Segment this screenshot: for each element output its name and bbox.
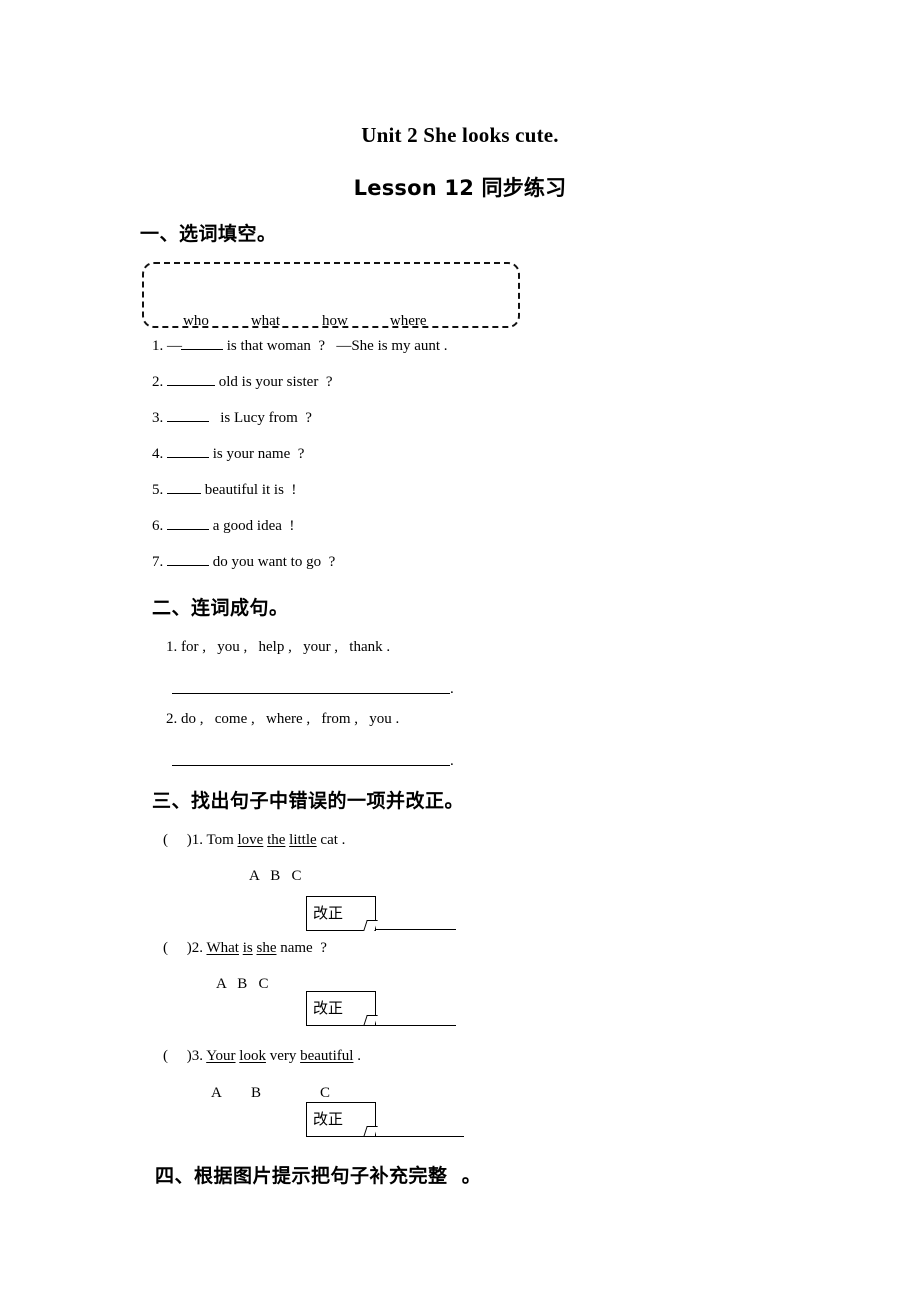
sentence-part: very (265, 1048, 301, 1064)
error-item-3-choices: A B (211, 1085, 262, 1101)
correction-write-line-2[interactable] (348, 1025, 456, 1026)
word-bank-item-2: how (322, 313, 348, 329)
sentence-part-underlined-c: little (289, 832, 317, 848)
reorder-item-1: 1. for , you , help , your , thank . (166, 639, 390, 656)
item-number: 7. (152, 554, 164, 570)
item-number: 3. (191, 1048, 203, 1064)
fill-blank-item-3: 3. is Lucy from ? (152, 410, 312, 427)
section-heading-1: 一、选词填空。 (140, 223, 277, 245)
word-bank-item-1: what (250, 313, 281, 329)
item-text: is Lucy from ? (209, 410, 312, 426)
correction-box-label: 改正 (313, 1110, 344, 1128)
document-title-line-2: Lesson 12 同步练习 (353, 176, 567, 200)
answer-line-2[interactable] (172, 765, 450, 766)
answer-bracket[interactable]: ( ) (163, 940, 192, 956)
correction-box-1[interactable]: 改正 (306, 896, 378, 931)
item-text: beautiful it is ! (201, 482, 297, 498)
item-words: for , you , help , your , thank . (181, 639, 391, 655)
error-item-2: ( )2. What is she name ? (163, 940, 327, 957)
answer-bracket[interactable]: ( ) (163, 1048, 192, 1064)
sentence-part-underlined-c: she (256, 940, 277, 956)
correction-write-line-1[interactable] (376, 929, 456, 930)
answer-line-1-period: . (450, 681, 454, 697)
sentence-part-underlined-b: look (239, 1048, 266, 1064)
item-text: a good idea ! (209, 518, 295, 534)
item-number: 5. (152, 482, 164, 498)
item-number: 2. (152, 374, 164, 390)
blank-input-2[interactable] (167, 385, 215, 386)
blank-input-1[interactable] (181, 349, 223, 350)
error-item-1: ( )1. Tom love the little cat . (163, 832, 345, 849)
sentence-part: Tom (203, 832, 238, 848)
blank-input-4[interactable] (167, 457, 209, 458)
item-number: 2. (191, 940, 203, 956)
word-bank-item-0: who (183, 313, 209, 329)
answer-bracket[interactable]: ( ) (163, 832, 192, 848)
fill-blank-item-4: 4. is your name ? (152, 446, 304, 463)
sentence-part-underlined-c: beautiful (300, 1048, 354, 1064)
item-number: 1. (166, 639, 178, 655)
fill-blank-item-1: 1. — is that woman ? —She is my aunt . (152, 338, 448, 355)
blank-input-7[interactable] (167, 565, 209, 566)
item-number: 2. (166, 711, 178, 727)
fill-blank-item-5: 5. beautiful it is ! (152, 482, 296, 499)
sentence-part-underlined-a: love (237, 832, 264, 848)
word-bank-item-3: where (389, 313, 427, 329)
answer-line-2-period: . (450, 753, 454, 769)
fill-blank-item-2: 2. old is your sister ? (152, 374, 333, 391)
blank-input-5[interactable] (167, 493, 201, 494)
sentence-part: cat . (316, 832, 346, 848)
item-text: is that woman ? —She is my aunt . (223, 338, 448, 354)
answer-line-1[interactable] (172, 693, 450, 694)
item-text: do you want to go ? (209, 554, 336, 570)
sentence-part-underlined-b: is (242, 940, 253, 956)
correction-box-2[interactable]: 改正 (306, 991, 378, 1026)
correction-box-label: 改正 (313, 904, 344, 922)
error-item-1-choices: A B C (249, 868, 302, 884)
fill-blank-item-6: 6. a good idea ! (152, 518, 294, 535)
item-number: 6. (152, 518, 164, 534)
item-number: 1. (191, 832, 203, 848)
sentence-part: name ? (276, 940, 327, 956)
correction-box-3[interactable]: 改正 (306, 1102, 378, 1137)
error-item-3-choice-c: C (320, 1085, 331, 1101)
correction-write-line-3[interactable] (340, 1136, 464, 1137)
section-heading-3: 三、找出句子中错误的一项并改正。 (152, 790, 465, 812)
blank-input-3[interactable] (167, 421, 209, 422)
item-dash: — (167, 338, 182, 354)
item-number: 4. (152, 446, 164, 462)
reorder-item-2: 2. do , come , where , from , you . (166, 711, 399, 728)
sentence-part-underlined-a: What (206, 940, 239, 956)
section-heading-2: 二、连词成句。 (152, 597, 289, 619)
fill-blank-item-7: 7. do you want to go ? (152, 554, 335, 571)
error-item-3: ( )3. Your look very beautiful . (163, 1048, 361, 1065)
item-text: is your name ? (209, 446, 305, 462)
item-text: old is your sister ? (215, 374, 333, 390)
worksheet-page: Unit 2 She looks cute. Lesson 12 同步练习 一、… (0, 0, 920, 1302)
correction-box-label: 改正 (313, 999, 344, 1017)
sentence-part-underlined-b: the (267, 832, 286, 848)
section-heading-4: 四、根据图片提示把句子补充完整 。 (155, 1165, 482, 1187)
document-title-line-1: Unit 2 She looks cute. (361, 123, 559, 147)
sentence-part-underlined-a: Your (206, 1048, 236, 1064)
item-number: 3. (152, 410, 164, 426)
blank-input-6[interactable] (167, 529, 209, 530)
sentence-part: . (353, 1048, 361, 1064)
item-number: 1. (152, 338, 164, 354)
error-item-2-choices: A B C (216, 976, 269, 992)
item-words: do , come , where , from , you . (181, 711, 400, 727)
